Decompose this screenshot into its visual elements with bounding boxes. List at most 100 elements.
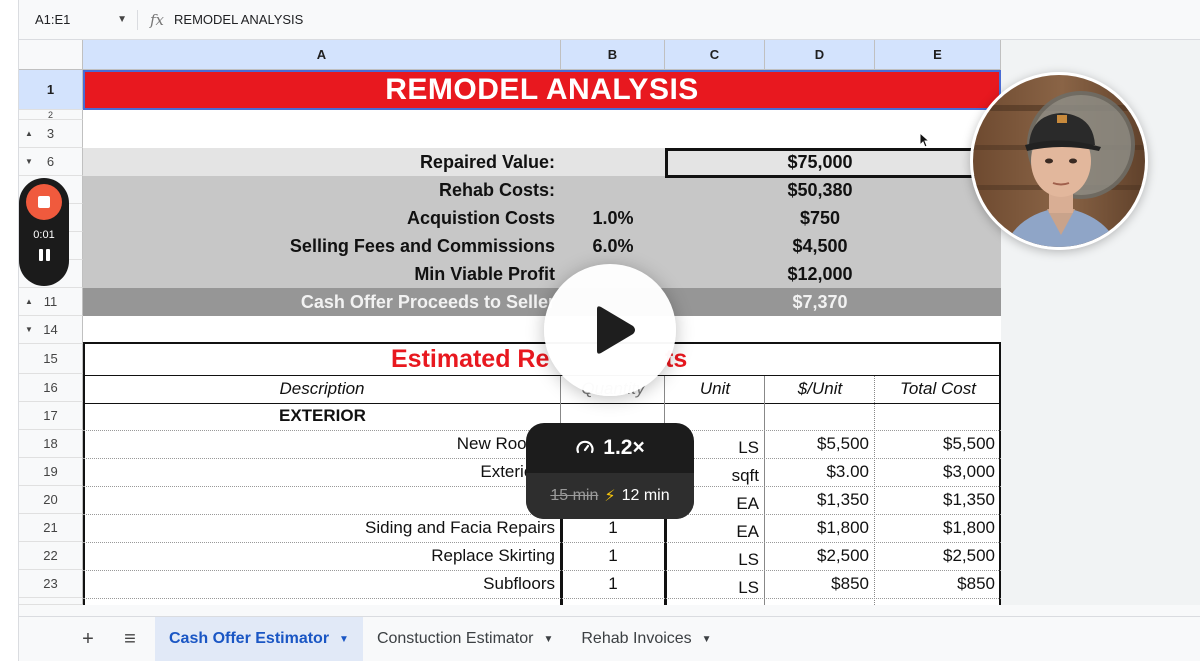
chevron-down-icon[interactable]: ▼ [702, 634, 712, 645]
playback-speed-badge[interactable]: 1.2× 15 min ⚡ 12 min [526, 423, 694, 519]
row-header[interactable]: 16 [19, 374, 83, 402]
stop-recording-button[interactable] [26, 184, 62, 220]
item-per-unit[interactable]: $5,500 [765, 430, 875, 458]
new-duration: 12 min [621, 487, 670, 504]
row-header[interactable]: 23 [19, 570, 83, 598]
summary-label[interactable]: Acquistion Costs [83, 204, 561, 232]
pause-icon[interactable] [38, 249, 50, 261]
summary-percent[interactable] [561, 176, 665, 204]
row-header[interactable]: ▲ 11 [19, 288, 83, 316]
header-description[interactable]: Description [83, 375, 561, 403]
formula-input[interactable]: REMODEL ANALYSIS [174, 12, 303, 27]
summary-value[interactable]: $75,000 [765, 148, 875, 176]
item-per-unit[interactable]: $2,500 [765, 542, 875, 570]
header-total[interactable]: Total Cost [875, 375, 1001, 403]
play-button[interactable] [544, 264, 676, 396]
item-description[interactable]: New Roof La [83, 430, 561, 458]
expand-up-icon[interactable]: ▲ [25, 129, 33, 138]
item-description[interactable]: Replace Skirting [83, 542, 561, 570]
item-unit[interactable]: LS [665, 546, 765, 574]
mouse-cursor-icon [919, 132, 929, 148]
cash-offer-value[interactable]: $7,370 [765, 288, 875, 316]
summary-value[interactable]: $12,000 [765, 260, 875, 288]
tab-label: Constuction Estimator [376, 630, 534, 647]
summary-value[interactable]: $750 [765, 204, 875, 232]
row-header[interactable]: 18 [19, 430, 83, 458]
row-header[interactable]: 17 [19, 402, 83, 430]
sheet-tab-bar: + ≡ Cash Offer Estimator ▼ Constuction E… [19, 616, 1200, 661]
tab-cash-offer-estimator[interactable]: Cash Offer Estimator ▼ [155, 616, 363, 661]
row-header[interactable]: 21 [19, 514, 83, 542]
select-all-corner[interactable] [19, 40, 83, 70]
chevron-down-icon[interactable]: ▼ [339, 634, 349, 645]
name-box-value: A1:E1 [35, 12, 71, 27]
expand-down-icon[interactable]: ▼ [25, 325, 33, 334]
column-header-e[interactable]: E [875, 40, 1001, 70]
item-total[interactable]: $1,350 [875, 486, 1001, 514]
item-description[interactable]: Gut [83, 486, 561, 514]
header-per-unit[interactable]: $/Unit [765, 375, 875, 403]
row-header[interactable]: 22 [19, 542, 83, 570]
webcam-bubble[interactable] [970, 72, 1148, 250]
tab-label: Rehab Invoices [581, 630, 692, 647]
summary-value[interactable]: $4,500 [765, 232, 875, 260]
add-sheet-icon[interactable]: + [67, 617, 109, 661]
item-per-unit[interactable]: $3.00 [765, 458, 875, 486]
item-per-unit[interactable]: $1,350 [765, 486, 875, 514]
estimate-title-end[interactable]: ts [665, 344, 725, 374]
tab-rehab-invoices[interactable]: Rehab Invoices ▼ [567, 617, 725, 661]
speed-rate: 1.2× [603, 436, 645, 459]
name-box[interactable]: A1:E1 ▼ [19, 0, 137, 39]
divider [83, 598, 1001, 599]
stop-icon [38, 196, 50, 208]
chevron-down-icon[interactable]: ▼ [543, 634, 553, 645]
recording-time: 0:01 [33, 229, 55, 241]
row-header[interactable]: ▼ 6 [19, 148, 83, 176]
row-header[interactable]: 2 [19, 110, 83, 120]
summary-value[interactable]: $50,380 [765, 176, 875, 204]
row-header[interactable]: 20 [19, 486, 83, 514]
section-label[interactable]: EXTERIOR [83, 402, 561, 430]
play-icon [597, 306, 635, 354]
tab-constuction-estimator[interactable]: Constuction Estimator ▼ [363, 617, 567, 661]
item-quantity[interactable]: 1 [561, 570, 665, 598]
row-header[interactable]: 19 [19, 458, 83, 486]
item-total[interactable]: $1,800 [875, 514, 1001, 542]
column-header-c[interactable]: C [665, 40, 765, 70]
row-header[interactable]: ▲ 3 [19, 120, 83, 148]
chevron-down-icon[interactable]: ▼ [117, 14, 127, 25]
item-description[interactable]: Exterior P [83, 458, 561, 486]
item-description[interactable]: Subfloors [83, 570, 561, 598]
item-total[interactable]: $3,000 [875, 458, 1001, 486]
expand-up-icon[interactable]: ▲ [25, 297, 33, 306]
item-unit[interactable]: EA [665, 518, 765, 546]
header-unit[interactable]: Unit [665, 375, 765, 403]
summary-label[interactable]: Min Viable Profit [83, 260, 561, 288]
summary-percent[interactable]: 6.0% [561, 232, 665, 260]
summary-label[interactable]: Rehab Costs: [83, 176, 561, 204]
row-header[interactable]: 1 [19, 70, 83, 110]
estimate-title[interactable]: Estimated Re [391, 344, 571, 374]
column-header-a[interactable]: A [83, 40, 561, 70]
row-header[interactable]: ▼ 14 [19, 316, 83, 344]
column-header-d[interactable]: D [765, 40, 875, 70]
item-total[interactable]: $2,500 [875, 542, 1001, 570]
item-unit[interactable]: LS [665, 574, 765, 602]
item-total[interactable]: $850 [875, 570, 1001, 598]
original-duration: 15 min [550, 487, 599, 504]
item-quantity[interactable]: 1 [561, 542, 665, 570]
item-per-unit[interactable]: $1,800 [765, 514, 875, 542]
row-header[interactable]: 15 [19, 344, 83, 374]
item-description[interactable]: Siding and Facia Repairs [83, 514, 561, 542]
expand-down-icon[interactable]: ▼ [25, 157, 33, 166]
item-per-unit[interactable]: $850 [765, 570, 875, 598]
title-cell[interactable]: REMODEL ANALYSIS [83, 70, 1001, 110]
summary-label[interactable]: Repaired Value: [83, 148, 561, 176]
all-sheets-menu-icon[interactable]: ≡ [109, 617, 151, 661]
column-header-b[interactable]: B [561, 40, 665, 70]
summary-label[interactable]: Selling Fees and Commissions [83, 232, 561, 260]
item-total[interactable]: $5,500 [875, 430, 1001, 458]
row-header[interactable] [19, 598, 83, 605]
cash-offer-label[interactable]: Cash Offer Proceeds to Seller [83, 288, 561, 316]
summary-percent[interactable]: 1.0% [561, 204, 665, 232]
